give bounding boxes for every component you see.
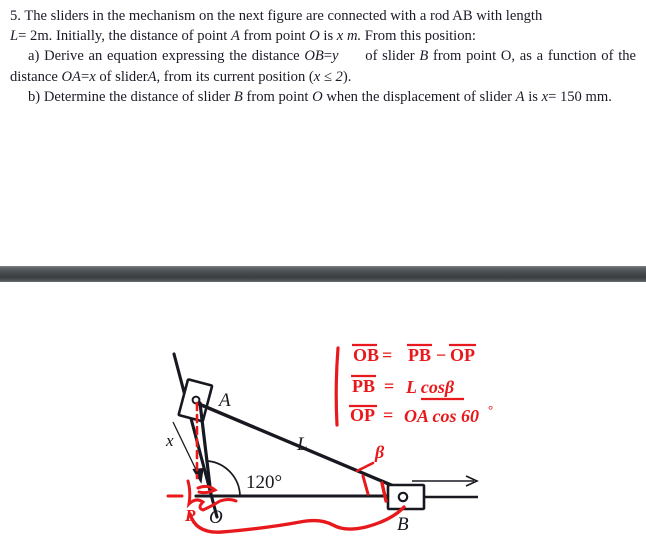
slider-b-pin <box>397 491 409 503</box>
eq1-lhs: OB <box>353 345 379 365</box>
eq2-rhs: L cosβ <box>405 377 455 397</box>
part-a-text-3: from point O, as a <box>433 48 544 65</box>
beta-angle-tick-2 <box>380 481 388 503</box>
problem-number: 5. <box>10 8 21 24</box>
handwritten-equation-2: PB = L cosβ <box>351 374 464 401</box>
part-b-x-value: = 150 <box>548 88 582 105</box>
distance-x-symbol: x <box>336 28 344 45</box>
eq1-equals: = <box>382 345 392 365</box>
part-a-equals-2: = <box>80 68 90 85</box>
problem-line-1-text: The sliders in the mechanism on the next… <box>24 8 543 24</box>
mechanism-figure: A O B L x 120° OB = PB − OP PB = L cosβ … <box>0 282 646 553</box>
part-a-text-2: of slider <box>365 48 415 65</box>
eq2-lhs: PB <box>352 376 375 396</box>
part-a-x-symbol: x <box>89 68 96 85</box>
beta-angle-tick-1 <box>361 474 370 496</box>
point-o-symbol: O <box>309 28 320 45</box>
rod-length-symbol: L <box>10 28 19 45</box>
part-a-oa-symbol: OA <box>61 68 81 85</box>
problem-statement: 5. The sliders in the mechanism on the n… <box>0 0 646 107</box>
part-b-text-1: Determine the distance of slider <box>43 88 231 105</box>
eq3-equals: = <box>383 405 393 425</box>
problem-part-b: b) Determine the distance of slider B fr… <box>10 87 636 107</box>
part-a-condition: x ≤ 2 <box>313 68 343 85</box>
eq3-lhs: OP <box>350 405 375 425</box>
part-b-a-symbol: A <box>515 88 525 105</box>
rod-length-unit: m. <box>37 28 53 45</box>
section-divider-bar <box>0 266 646 282</box>
handwritten-equation-3: OP = OA cos 60 ° <box>349 402 493 426</box>
part-a-ob-symbol: OB <box>304 48 324 65</box>
problem-line-2: L= 2m. Initially, the distance of point … <box>10 26 636 46</box>
handwritten-point-p-cluster: P <box>166 479 238 525</box>
part-b-label: b) <box>28 88 41 105</box>
part-b-text-4: is <box>528 88 538 105</box>
label-point-b: B <box>397 514 409 535</box>
line-2-from: from point <box>243 28 306 45</box>
part-a-b-symbol: B <box>419 48 429 65</box>
screenshot-root: 5. The sliders in the mechanism on the n… <box>0 0 646 553</box>
label-displacement-x: x <box>165 431 174 450</box>
part-b-o-symbol: O <box>312 88 323 105</box>
label-angle-120: 120° <box>246 472 282 493</box>
point-a-symbol: A <box>230 28 240 45</box>
part-b-unit: mm. <box>585 88 612 105</box>
label-point-o: O <box>209 507 223 528</box>
label-point-a: A <box>217 390 231 411</box>
part-a-y-symbol: y <box>332 48 339 65</box>
rod-length-value: = 2 <box>18 28 38 45</box>
red-vertical-bar <box>334 346 340 427</box>
part-b-b-symbol: B <box>233 88 243 105</box>
figure-canvas: A O B L x 120° OB = PB − OP PB = L cosβ … <box>165 343 493 535</box>
part-a-equals: = <box>323 48 333 65</box>
handwritten-equation-1: OB = PB − OP <box>352 343 476 365</box>
eq3-degree: ° <box>488 402 493 417</box>
part-a-text-5: of slider <box>99 68 148 85</box>
distance-x-unit: m. <box>346 28 362 45</box>
eq2-equals: = <box>384 376 394 396</box>
eq3-rhs: OA cos 60 <box>404 406 479 426</box>
eq1-rhs-b: OP <box>450 345 475 365</box>
part-a-text-1: Derive an equation expressing the distan… <box>44 48 300 65</box>
eq1-minus: − <box>436 345 446 365</box>
part-a-text-6: , from its current position ( <box>156 68 314 85</box>
eq1-rhs-a: PB <box>408 345 431 365</box>
beta-leader-line <box>355 461 375 473</box>
problem-part-a: a) Derive an equation expressing the dis… <box>10 46 636 86</box>
handwritten-beta-at-b: β <box>374 442 385 462</box>
part-a-label: a) <box>28 48 40 65</box>
line-2-tail: From this position: <box>364 28 476 45</box>
part-b-text-2: from point <box>246 88 309 105</box>
line-2-rest: Initially, the distance of point <box>55 28 228 45</box>
label-rod-length: L <box>296 434 308 455</box>
line-2-is: is <box>323 28 334 45</box>
part-b-text-3: when the displacement of slider <box>326 88 512 105</box>
part-a-text-7: ). <box>342 68 352 85</box>
problem-line-1: 5. The sliders in the mechanism on the n… <box>10 6 636 26</box>
